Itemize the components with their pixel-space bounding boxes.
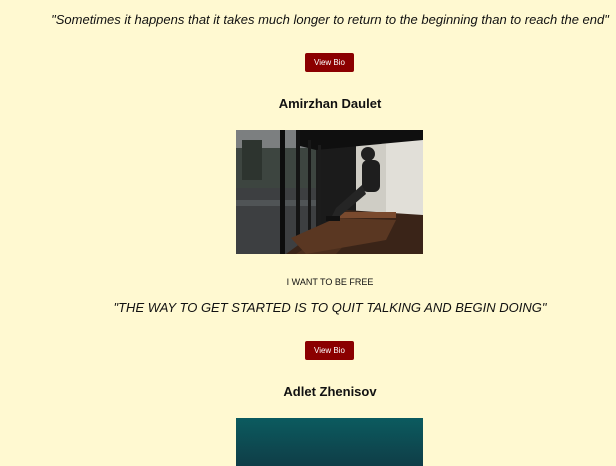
person-photo	[236, 418, 423, 466]
person-photo-graphic	[236, 130, 423, 254]
view-bio-button[interactable]: View Bio	[305, 53, 354, 72]
bio-page: "Sometimes it happens that it takes much…	[0, 0, 616, 466]
person-photo-graphic	[236, 418, 423, 466]
view-bio-button[interactable]: View Bio	[305, 341, 354, 360]
person-photo	[236, 130, 423, 254]
entry-caption: I WANT TO BE FREE	[286, 277, 374, 287]
person-name: Amirzhan Daulet	[278, 96, 382, 111]
person-name: Adlet Zhenisov	[283, 384, 377, 399]
entry-quote: "Sometimes it happens that it takes much…	[51, 12, 609, 27]
entry-quote: "THE WAY TO GET STARTED IS TO QUIT TALKI…	[113, 300, 547, 315]
